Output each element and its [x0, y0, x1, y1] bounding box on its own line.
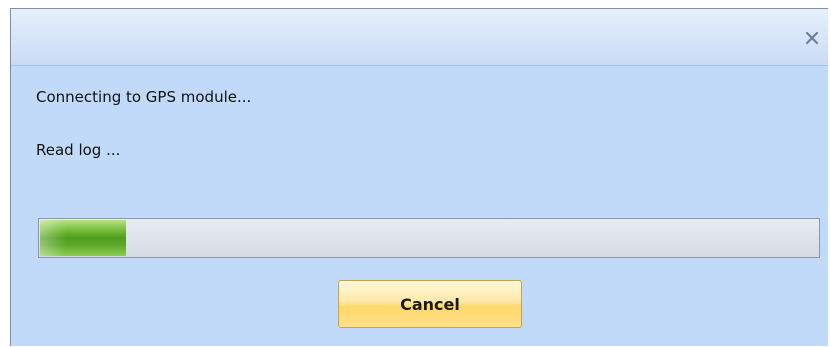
dialog-body: Connecting to GPS module... Read log ...… [11, 66, 828, 346]
status-text-read-log: Read log ... [36, 141, 121, 159]
close-icon [805, 31, 819, 45]
title-bar [11, 9, 828, 66]
progress-bar-fill [40, 220, 126, 256]
cancel-button[interactable]: Cancel [338, 280, 522, 328]
close-button[interactable] [800, 27, 824, 49]
status-text-connecting: Connecting to GPS module... [36, 88, 252, 106]
progress-dialog: Connecting to GPS module... Read log ...… [10, 8, 828, 346]
progress-bar [38, 218, 820, 258]
